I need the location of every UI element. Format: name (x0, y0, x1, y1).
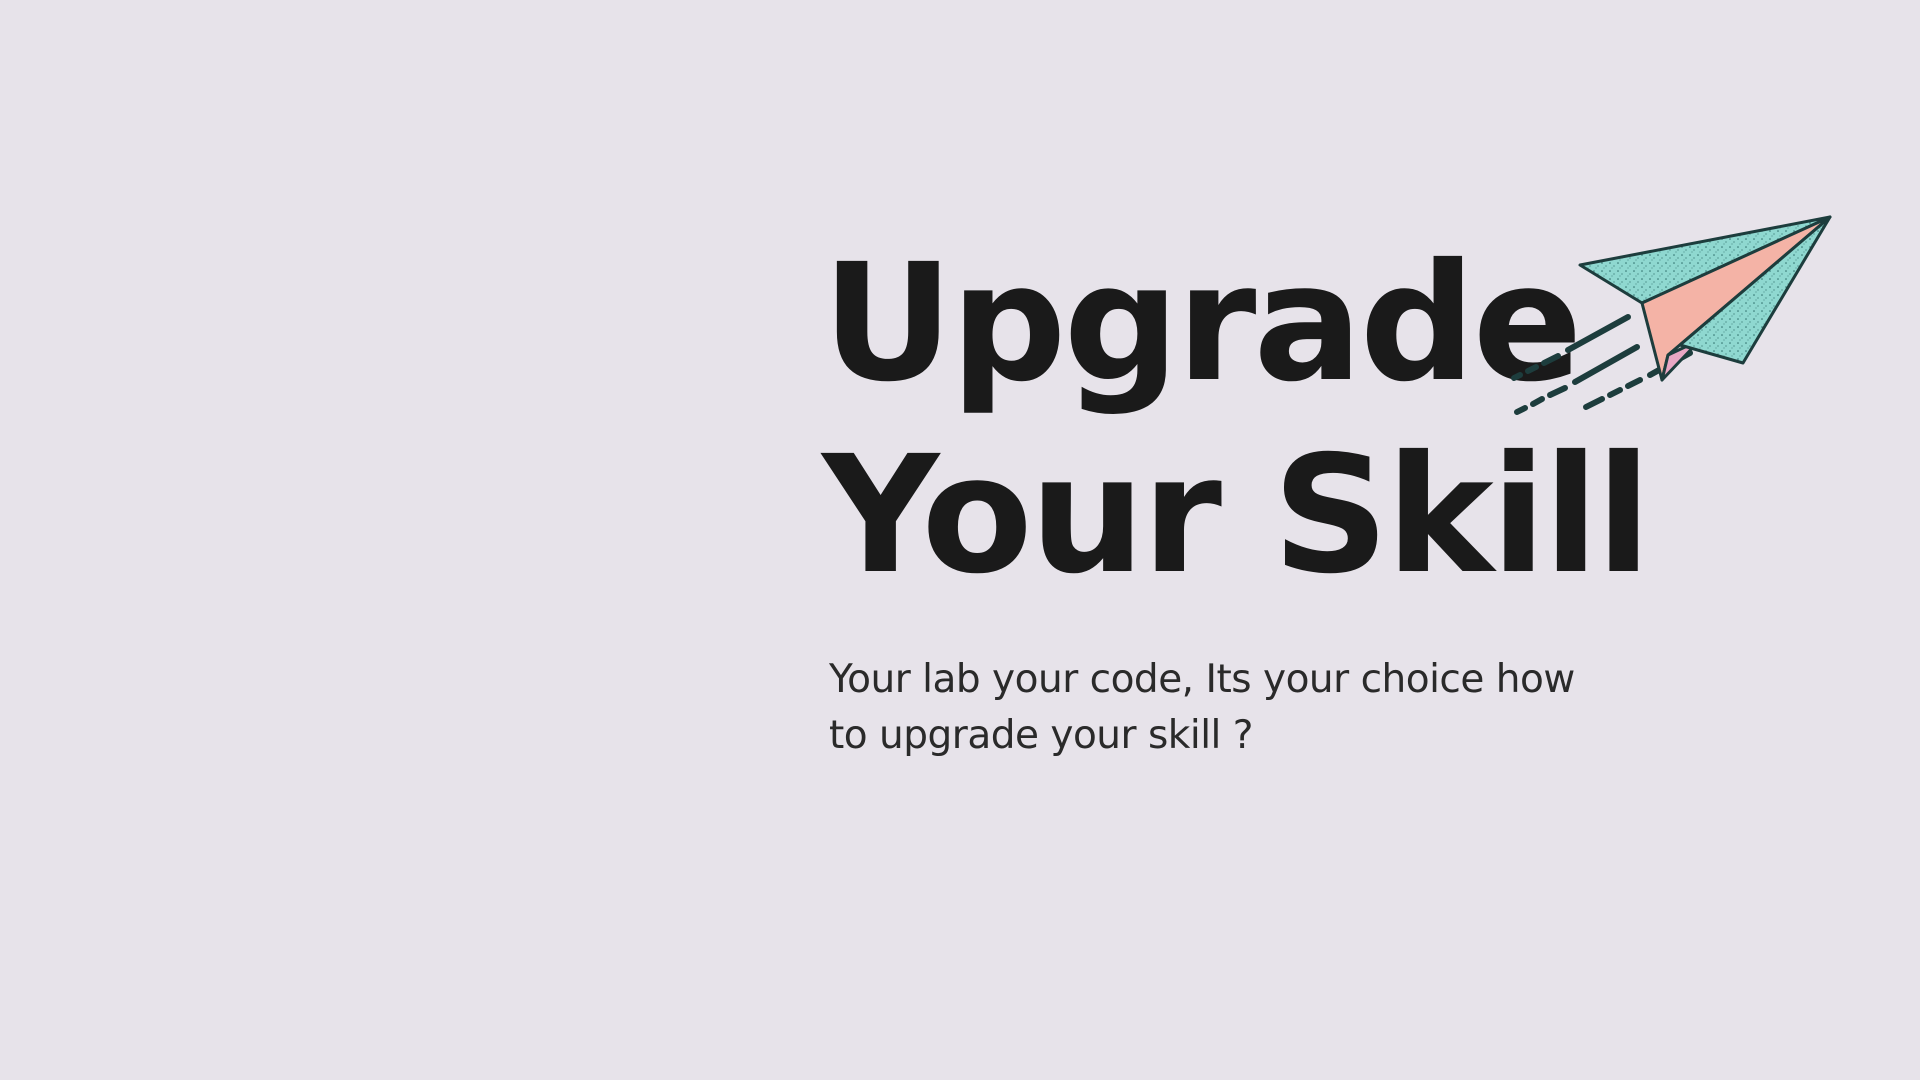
headline-line-1: Upgrade (822, 230, 1583, 418)
paper-plane-icon (1511, 215, 1832, 415)
tagline: Your lab your code, Its your choice how … (829, 657, 1575, 758)
hero: Upgrade Your Skill (822, 228, 1651, 612)
headline-line-2: Your Skill (822, 422, 1651, 610)
headline: Upgrade Your Skill (822, 228, 1651, 612)
page: { "hero": { "headline_line1": "Upgrade",… (0, 0, 1920, 1080)
